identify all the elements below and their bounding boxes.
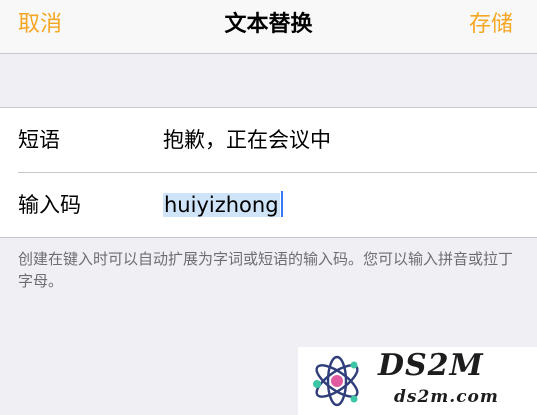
shortcut-field[interactable]: huiyizhong [163, 189, 283, 221]
text-cursor [280, 191, 283, 217]
shortcut-row[interactable]: 输入码 huiyizhong [0, 173, 537, 237]
text-replacement-form: 短语 抱歉，正在会议中 输入码 huiyizhong [0, 107, 537, 238]
navigation-bar: 取消 文本替换 存储 [0, 0, 537, 54]
phrase-field[interactable]: 抱歉，正在会议中 [163, 124, 331, 156]
phrase-row[interactable]: 短语 抱歉，正在会议中 [0, 108, 537, 172]
footer-note: 创建在键入时可以自动扩展为字词或短语的输入码。您可以输入拼音或拉丁字母。 [18, 250, 514, 290]
shortcut-value: huiyizhong [163, 193, 280, 217]
watermark-title: DS2M [378, 348, 484, 383]
shortcut-label: 输入码 [18, 193, 81, 217]
watermark: DS2M ds2m.com [298, 347, 537, 415]
section-spacer [0, 54, 537, 107]
save-button[interactable]: 存储 [469, 10, 513, 40]
page-title: 文本替换 [224, 12, 313, 37]
watermark-url: ds2m.com [394, 387, 499, 407]
atom-logo-icon [313, 355, 359, 407]
phrase-label: 短语 [18, 128, 60, 152]
